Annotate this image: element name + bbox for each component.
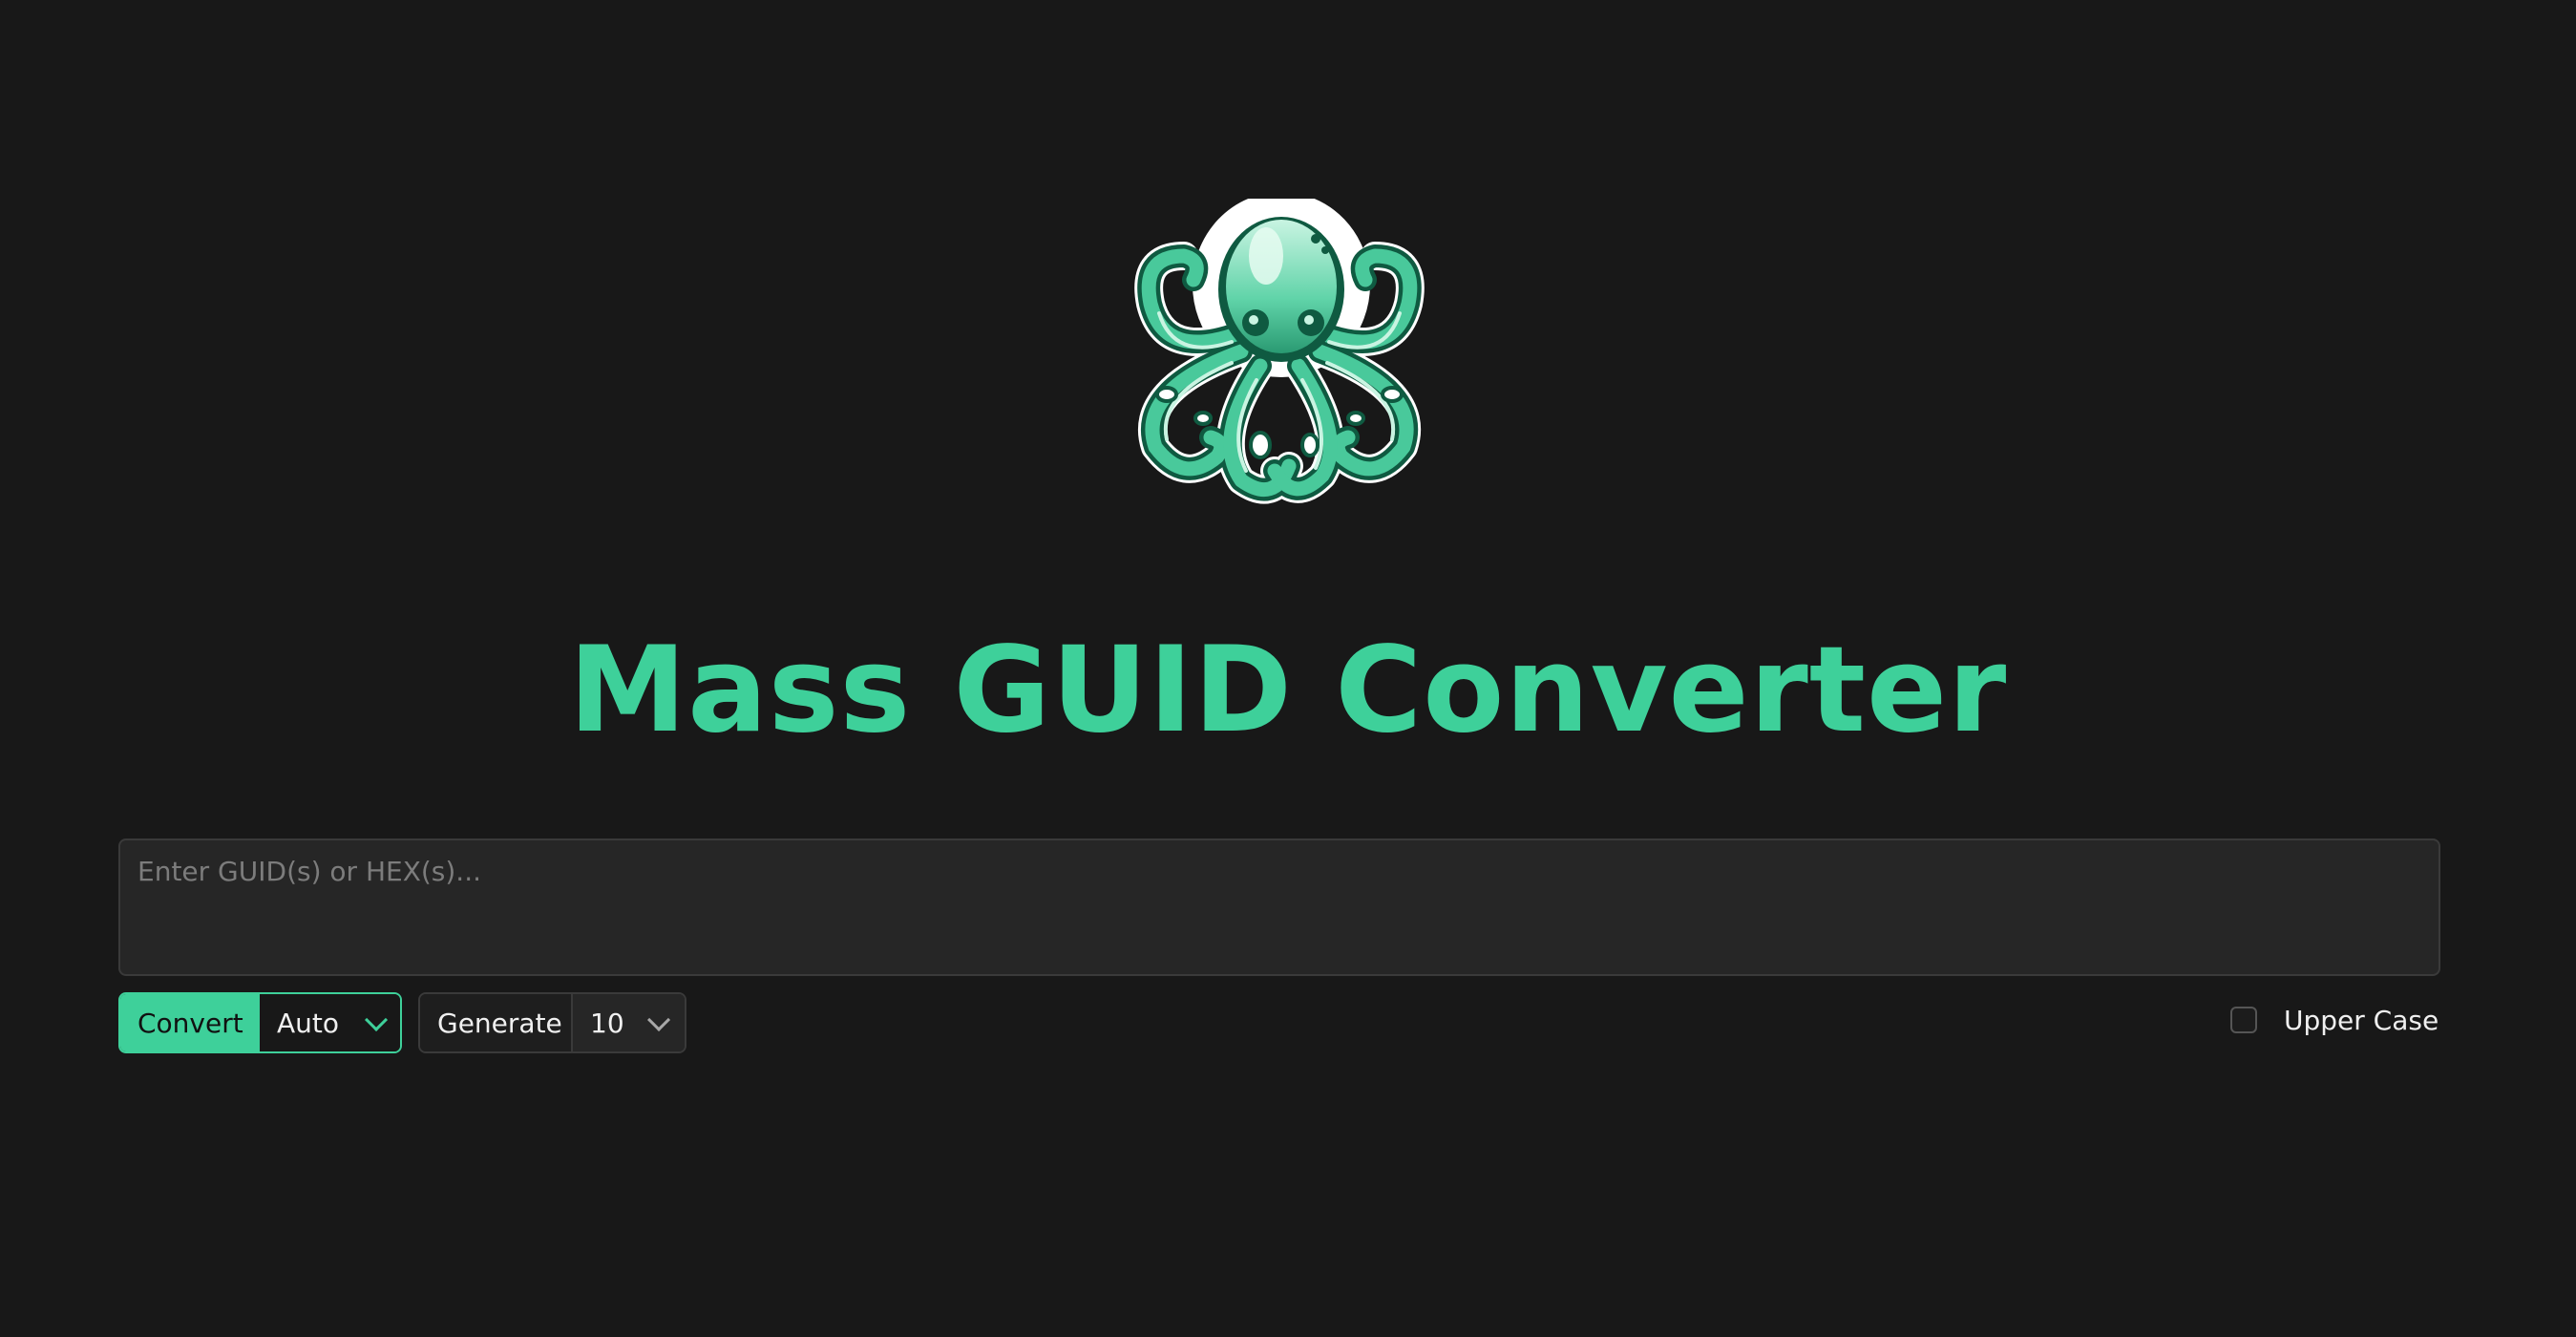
chevron-down-icon (365, 1008, 389, 1031)
generate-count-select[interactable]: 10 (573, 994, 685, 1051)
uppercase-label: Upper Case (2284, 1004, 2439, 1036)
generate-button-group: Generate 10 (418, 992, 686, 1053)
convert-mode-select[interactable]: Auto (260, 994, 400, 1051)
convert-mode-value: Auto (277, 1007, 340, 1039)
uppercase-checkbox[interactable] (2230, 1007, 2257, 1033)
chevron-down-icon (647, 1008, 671, 1031)
octopus-icon (1134, 199, 1425, 504)
generate-count-value: 10 (590, 1007, 624, 1039)
convert-button-group: Convert Auto (118, 992, 402, 1053)
uppercase-toggle[interactable]: Upper Case (2230, 1001, 2439, 1039)
convert-button[interactable]: Convert (120, 994, 260, 1051)
guid-input[interactable] (118, 838, 2440, 976)
octopus-logo (1098, 199, 1461, 514)
page-title: Mass GUID Converter (568, 622, 2008, 759)
generate-button[interactable]: Generate (420, 994, 573, 1051)
